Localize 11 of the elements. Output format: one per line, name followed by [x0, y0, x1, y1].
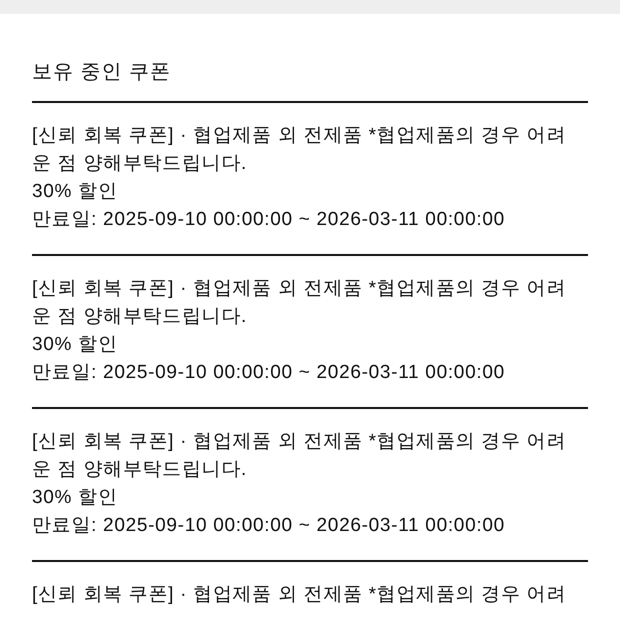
coupon-description: [신뢰 회복 쿠폰] · 협업제품 외 전제품 *협업제품의 경우 어려운 점 양해부탁드립니다.: [32, 430, 567, 482]
expiry-date: 만료일: 2025-09-10 00:00:00 ~ 2026-03-11 00:00:00: [32, 514, 506, 538]
section-title: 보유 중인 쿠폰: [32, 60, 172, 85]
discount-text: 30% 할인: [32, 333, 119, 357]
discount-text: 30% 할인: [32, 180, 119, 204]
coupon-description: [신뢰 회복 쿠폰] · 협업제품 외 전제품 *협업제품의 경우 어려운 점 양해부탁드립니다.: [32, 124, 567, 176]
discount-text: 30% 할인: [32, 486, 119, 510]
expiry-date: 만료일: 2025-09-10 00:00:00 ~ 2026-03-11 00:00:00: [32, 361, 506, 385]
coupon-description: [신뢰 회복 쿠폰] · 협업제품 외 전제품 *협업제품의 경우 어려: [32, 583, 567, 607]
coupon-description: [신뢰 회복 쿠폰] · 협업제품 외 전제품 *협업제품의 경우 어려운 점 양해부탁드립니다.: [32, 277, 567, 329]
expiry-date: 만료일: 2025-09-10 00:00:00 ~ 2026-03-11 00:00:00: [32, 208, 506, 232]
